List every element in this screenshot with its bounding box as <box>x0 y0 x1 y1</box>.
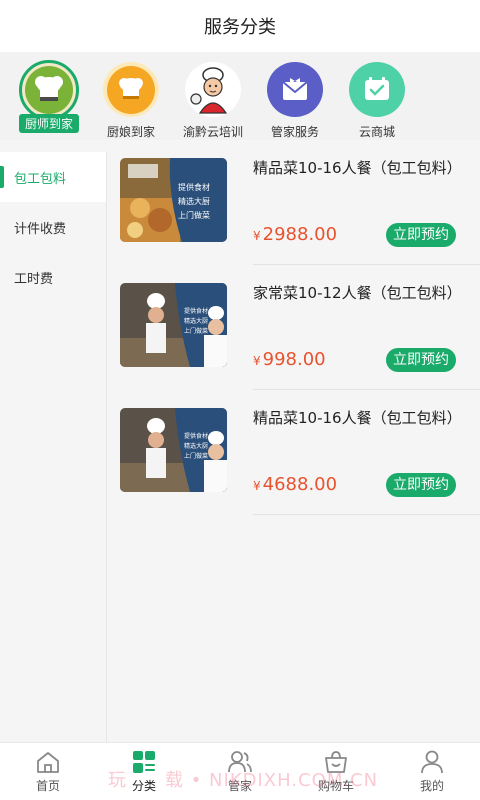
category-label: 厨娘到家 <box>106 125 155 139</box>
product-price: ¥2988.00 <box>253 224 337 245</box>
price-value: 4688.00 <box>262 474 338 495</box>
product-image: 提供食材 精选大厨 上门做菜 <box>120 283 227 367</box>
svg-text:上门做菜: 上门做菜 <box>184 327 208 335</box>
currency-symbol: ¥ <box>253 479 261 493</box>
header: 服务分类 <box>0 0 480 52</box>
price-value: 2988.00 <box>262 224 338 245</box>
sidebar-item-piecework[interactable]: 计件收费 <box>0 202 106 252</box>
svg-text:提供食材: 提供食材 <box>178 182 210 192</box>
page-title: 服务分类 <box>204 17 276 38</box>
tab-label: 首页 <box>35 779 60 793</box>
chef-cap-icon <box>103 62 159 117</box>
chef-hat-icon <box>19 60 79 120</box>
book-now-button[interactable]: 立即预约 <box>386 223 456 247</box>
currency-symbol: ¥ <box>253 354 261 368</box>
tab-home[interactable]: 首页 <box>0 743 96 800</box>
product-image: 提供食材 精选大厨 上门做菜 <box>120 158 227 242</box>
product-item[interactable]: 提供食材 精选大厨 上门做菜 家常菜10-12人餐（包工包料） ¥998.00 … <box>108 265 480 390</box>
category-butler[interactable]: 管家服务 <box>254 62 336 140</box>
svg-text:精选大厨: 精选大厨 <box>184 442 208 450</box>
tab-label: 我的 <box>419 779 444 793</box>
sidebar-item-label: 计件收费 <box>14 221 67 237</box>
product-item[interactable]: 提供食材 精选大厨 上门做菜 精品菜10-16人餐（包工包料） ¥2988.00… <box>108 140 480 265</box>
bottom-tab-bar: 首页 分类 管家 购物车 我的 <box>0 742 480 800</box>
divider <box>253 514 480 515</box>
tab-cart[interactable]: 购物车 <box>288 743 384 800</box>
tab-butler[interactable]: 管家 <box>192 743 288 800</box>
product-title: 精品菜10-16人餐（包工包料） <box>253 409 462 427</box>
sidebar-item-labor-materials[interactable]: 包工包料 <box>0 152 106 202</box>
cart-icon <box>325 751 347 773</box>
butler-icon <box>267 62 323 117</box>
tab-category[interactable]: 分类 <box>96 743 192 800</box>
product-price: ¥998.00 <box>253 349 326 370</box>
tab-label: 购物车 <box>317 779 354 793</box>
book-now-button[interactable]: 立即预约 <box>386 348 456 372</box>
home-icon <box>37 752 59 773</box>
svg-text:精选大厨: 精选大厨 <box>178 196 210 206</box>
category-icon <box>133 751 155 773</box>
category-bar: 厨师到家 厨娘到家 渝黔云培训 管家服务 云商城 <box>0 52 480 140</box>
product-title: 精品菜10-16人餐（包工包料） <box>253 159 462 177</box>
sidebar-item-hourly[interactable]: 工时费 <box>0 252 106 302</box>
product-list: 提供食材 精选大厨 上门做菜 精品菜10-16人餐（包工包料） ¥2988.00… <box>108 140 480 742</box>
product-title: 家常菜10-12人餐（包工包料） <box>253 284 462 302</box>
category-label: 云商城 <box>358 125 395 139</box>
product-price: ¥4688.00 <box>253 474 337 495</box>
tab-label: 管家 <box>227 779 252 793</box>
sidebar-item-label: 包工包料 <box>14 171 67 187</box>
sidebar: 包工包料 计件收费 工时费 <box>0 152 107 742</box>
user-icon <box>421 750 443 774</box>
category-chef[interactable]: 厨师到家 <box>8 60 90 140</box>
svg-text:上门做菜: 上门做菜 <box>184 452 208 460</box>
category-mall[interactable]: 云商城 <box>336 62 418 140</box>
svg-text:精选大厨: 精选大厨 <box>184 317 208 325</box>
price-value: 998.00 <box>262 349 326 370</box>
tab-label: 分类 <box>131 779 156 793</box>
category-label: 厨师到家 <box>18 114 79 133</box>
sidebar-item-label: 工时费 <box>14 271 54 287</box>
chef-character-icon <box>185 62 241 117</box>
product-item[interactable]: 提供食材 精选大厨 上门做菜 精品菜10-16人餐（包工包料） ¥4688.00… <box>108 390 480 515</box>
svg-text:提供食材: 提供食材 <box>184 432 208 440</box>
product-image: 提供食材 精选大厨 上门做菜 <box>120 408 227 492</box>
category-training[interactable]: 渝黔云培训 <box>172 62 254 140</box>
book-now-button[interactable]: 立即预约 <box>386 473 456 497</box>
tab-profile[interactable]: 我的 <box>384 743 480 800</box>
calendar-icon <box>349 62 405 117</box>
category-label: 管家服务 <box>270 125 319 139</box>
svg-text:上门做菜: 上门做菜 <box>178 210 210 220</box>
svg-text:提供食材: 提供食材 <box>184 307 208 315</box>
users-icon <box>228 751 252 773</box>
currency-symbol: ¥ <box>253 229 261 243</box>
category-cook[interactable]: 厨娘到家 <box>90 62 172 140</box>
category-label: 渝黔云培训 <box>182 125 243 139</box>
